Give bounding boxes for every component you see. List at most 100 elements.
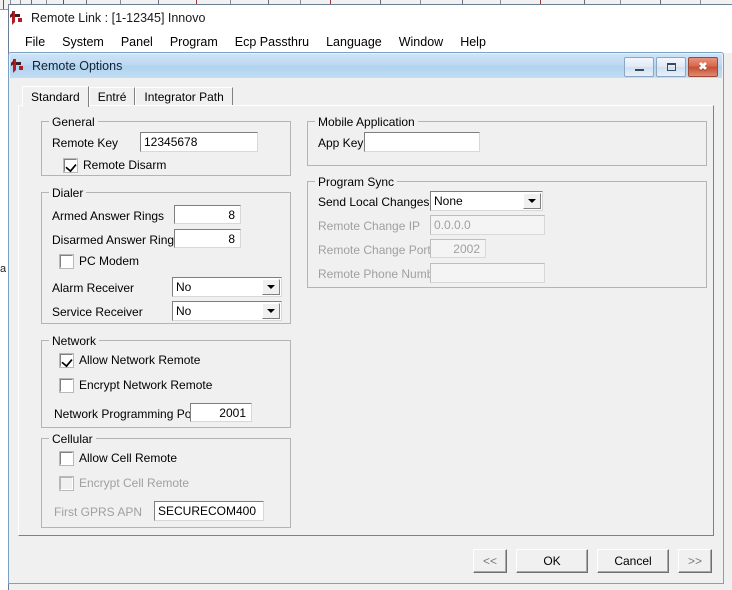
network-programming-port-input[interactable]: 2001 [190,403,252,422]
service-receiver-select[interactable]: No [172,301,282,321]
network-programming-port-label: Network Programming Port [54,407,199,421]
allow-cell-remote-checkbox[interactable]: Allow Cell Remote [59,450,178,466]
app-key-input[interactable] [364,132,480,152]
remote-options-dialog: Remote Options ✖ Standard Entré Integrat… [8,52,724,584]
service-receiver-label: Service Receiver [52,305,143,319]
group-general: General Remote Key 12345678 Remote Disar… [41,115,291,176]
background-window-sliver: at [0,263,6,275]
armed-answer-rings-label: Armed Answer Rings [52,209,165,223]
tab-strip: Standard Entré Integrator Path [22,86,233,107]
application-menubar[interactable]: File System Panel Program Ecp Passthru L… [9,31,732,53]
checkbox-box [63,157,78,173]
previous-button[interactable]: << [473,549,507,573]
close-icon: ✖ [698,60,708,73]
check-icon [61,355,73,367]
cancel-button[interactable]: Cancel [597,549,669,573]
menu-help[interactable]: Help [452,33,495,51]
checkbox-box [59,352,74,368]
group-network-legend: Network [49,334,100,348]
group-cellular-legend: Cellular [49,432,96,446]
send-local-changes-label: Send Local Changes [318,195,430,209]
remote-phone-number-label: Remote Phone Number [318,267,445,281]
armed-answer-rings-input[interactable]: 8 [174,205,241,224]
remote-link-logo-icon [10,58,26,74]
encrypt-cell-remote-label: Encrypt Cell Remote [79,476,190,490]
chevron-down-icon[interactable] [523,193,541,209]
remote-change-ip-label: Remote Change IP [318,219,421,233]
group-network: Network Allow Network Remote Encrypt Net… [41,334,291,428]
app-key-label: App Key [318,136,364,150]
allow-network-remote-label: Allow Network Remote [79,353,201,367]
tab-standard[interactable]: Standard [22,86,89,107]
tab-entre[interactable]: Entré [88,87,136,106]
dialog-titlebar[interactable]: Remote Options ✖ [10,54,722,78]
send-local-changes-value: None [434,194,463,208]
encrypt-network-remote-label: Encrypt Network Remote [79,378,213,392]
disarmed-answer-rings-input[interactable]: 8 [174,229,241,248]
remote-change-port-label: Remote Change Port [318,243,431,257]
alarm-receiver-label: Alarm Receiver [52,281,135,295]
menu-program[interactable]: Program [162,33,227,51]
checkbox-box [59,377,74,393]
remote-disarm-checkbox[interactable]: Remote Disarm [63,157,167,173]
menu-file[interactable]: File [17,33,54,51]
group-mobile-application-legend: Mobile Application [315,115,418,129]
alarm-receiver-select[interactable]: No [172,277,282,297]
tab-pane-standard: General Remote Key 12345678 Remote Disar… [18,105,714,536]
group-general-legend: General [49,115,98,129]
alarm-receiver-value: No [176,280,192,294]
checkbox-box [59,253,74,269]
group-program-sync: Program Sync Send Local Changes None Rem… [307,175,707,288]
pc-modem-label: PC Modem [79,254,140,268]
remote-change-ip-input: 0.0.0.0 [430,215,545,235]
menu-system[interactable]: System [54,33,113,51]
minimize-icon [634,69,644,71]
maximize-button[interactable] [656,57,686,77]
group-program-sync-legend: Program Sync [315,175,398,189]
disarmed-answer-rings-label: Disarmed Answer Rings [52,233,181,247]
dialog-window-buttons: ✖ [624,57,718,77]
encrypt-network-remote-checkbox[interactable]: Encrypt Network Remote [59,377,213,393]
next-button[interactable]: >> [678,549,712,573]
encrypt-cell-remote-checkbox: Encrypt Cell Remote [59,475,190,491]
checkbox-box [59,475,74,491]
application-titlebar[interactable]: Remote Link : [1-12345] Innovo [9,5,732,31]
cancel-button-label: Cancel [614,554,652,568]
first-gprs-apn-label: First GPRS APN [54,505,143,519]
ok-button[interactable]: OK [516,549,588,573]
dialog-body: Standard Entré Integrator Path General R… [10,78,722,582]
first-gprs-apn-input[interactable]: SECURECOM400 [154,501,264,521]
chevron-down-icon[interactable] [262,303,280,319]
check-icon [65,160,77,172]
group-dialer: Dialer Armed Answer Rings 8 Disarmed Ans… [41,186,291,324]
minimize-button[interactable] [624,57,654,77]
ok-button-label: OK [543,554,561,568]
send-local-changes-select[interactable]: None [430,191,543,211]
allow-cell-remote-label: Allow Cell Remote [79,451,178,465]
remote-disarm-label: Remote Disarm [83,158,167,172]
maximize-icon [666,63,676,71]
application-title: Remote Link : [1-12345] Innovo [31,11,206,25]
tab-integrator-path[interactable]: Integrator Path [135,87,233,106]
group-cellular: Cellular Allow Cell Remote Encrypt Cell … [41,432,291,528]
menu-window[interactable]: Window [391,33,452,51]
remote-key-input[interactable]: 12345678 [140,132,258,152]
close-button[interactable]: ✖ [688,57,718,77]
remote-key-label: Remote Key [52,136,119,150]
dialog-button-row: << OK Cancel >> [473,548,712,574]
screen: Remote Link : [1-12345] Innovo File Syst… [0,0,732,590]
remote-phone-number-input [430,263,545,283]
remote-change-port-input: 2002 [430,239,486,258]
menu-ecp-passthru[interactable]: Ecp Passthru [227,33,318,51]
pc-modem-checkbox[interactable]: PC Modem [59,253,140,269]
group-mobile-application: Mobile Application App Key [307,115,707,166]
allow-network-remote-checkbox[interactable]: Allow Network Remote [59,352,201,368]
chevron-down-icon[interactable] [262,279,280,295]
dialog-title: Remote Options [32,59,123,73]
group-dialer-legend: Dialer [49,186,87,200]
remote-link-logo-icon [9,10,25,26]
menu-panel[interactable]: Panel [113,33,162,51]
menu-language[interactable]: Language [318,33,391,51]
checkbox-box [59,450,74,466]
service-receiver-value: No [176,304,192,318]
